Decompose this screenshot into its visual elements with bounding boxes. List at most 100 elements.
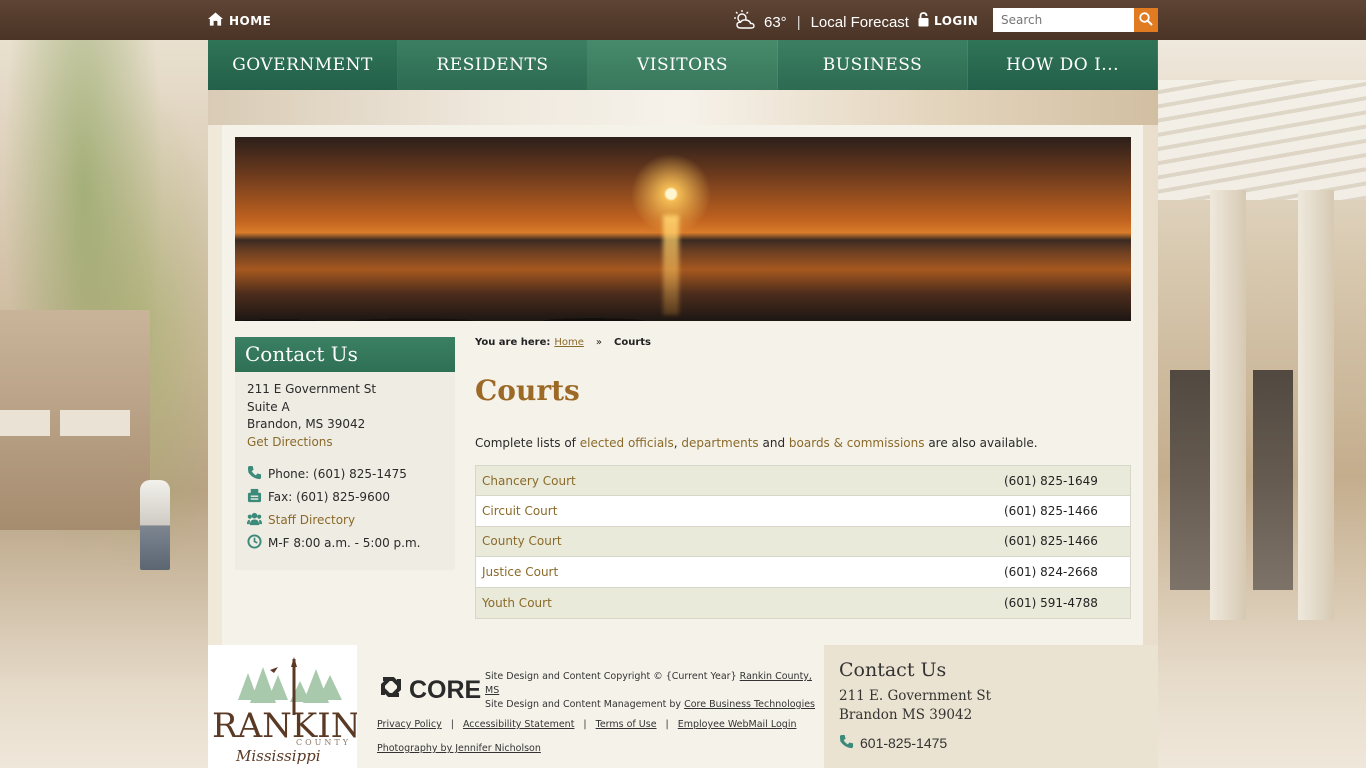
court-phone: (601) 825-1649: [1004, 473, 1098, 488]
footer-credits: CORE Site Design and Content Copyright ©…: [357, 645, 824, 768]
court-phone: (601) 825-1466: [1004, 504, 1098, 519]
get-directions-link[interactable]: Get Directions: [247, 435, 333, 449]
employee-webmail-link[interactable]: Employee WebMail Login: [678, 719, 797, 730]
breadcrumb-prefix: You are here:: [475, 337, 551, 348]
court-phone: (601) 825-1466: [1004, 534, 1098, 549]
copyright-text: Site Design and Content Copyright © {Cur…: [485, 670, 824, 712]
table-row: Youth Court (601) 591-4788: [476, 587, 1130, 618]
background-person: [140, 480, 170, 570]
address-line: Brandon, MS 39042: [247, 417, 366, 431]
table-row: Circuit Court (601) 825-1466: [476, 496, 1130, 527]
elected-officials-link[interactable]: elected officials: [580, 436, 674, 450]
court-phone: (601) 591-4788: [1004, 595, 1098, 610]
footer-address-line: 211 E. Government St: [839, 688, 992, 704]
intro-before: Complete lists of: [475, 436, 576, 450]
footer-divider: |: [450, 719, 454, 730]
photography-credit-link[interactable]: Photography by Jennifer Nicholson: [377, 743, 541, 754]
login-label: LOGIN: [934, 14, 979, 28]
boards-commissions-link[interactable]: boards & commissions: [789, 436, 925, 450]
background-doorway: [1253, 370, 1293, 590]
core-knot-icon: [377, 673, 405, 708]
main-navigation: GOVERNMENT RESIDENTS VISITORS BUSINESS H…: [208, 40, 1158, 90]
footer-phone-number: 601-825-1475: [860, 735, 948, 751]
table-row: County Court (601) 825-1466: [476, 526, 1130, 558]
phone-row: Phone: (601) 825-1475: [247, 465, 443, 486]
background-photo-left: [0, 40, 208, 768]
home-link[interactable]: HOME: [208, 12, 271, 29]
home-label: HOME: [229, 13, 272, 28]
background-doorway: [1170, 370, 1210, 590]
core-business-link[interactable]: Core Business Technologies: [684, 699, 815, 710]
partly-cloudy-icon: [732, 10, 758, 34]
weather-separator: |: [796, 13, 801, 31]
privacy-policy-link[interactable]: Privacy Policy: [377, 719, 442, 730]
search-button[interactable]: [1134, 8, 1158, 32]
court-name-link[interactable]: Chancery Court: [476, 474, 1004, 488]
fax-number: Fax: (601) 825-9600: [268, 490, 390, 505]
background-awning: [0, 410, 50, 436]
copyright-line-2: Site Design and Content Management by: [485, 699, 682, 710]
rankin-county-logo[interactable]: RANKIN COUNTY Mississippi: [208, 645, 360, 768]
staff-directory-row[interactable]: Staff Directory: [247, 512, 443, 530]
background-pillar: [1210, 190, 1246, 620]
users-icon: [247, 511, 262, 532]
footer-divider: |: [583, 719, 587, 730]
header-photo-strip: [208, 90, 1158, 125]
footer-contact: Contact Us 211 E. Government St Brandon …: [824, 645, 1158, 768]
departments-link[interactable]: departments: [681, 436, 758, 450]
table-row: Justice Court (601) 824-2668: [476, 557, 1130, 588]
logo-county-text: COUNTY: [296, 738, 351, 747]
sidebar-contact-title: Contact Us: [235, 337, 455, 372]
hours-row: M-F 8:00 a.m. - 5:00 p.m.: [247, 534, 443, 555]
staff-directory-link[interactable]: Staff Directory: [268, 512, 355, 530]
footer-divider: |: [665, 719, 669, 730]
intro-comma: ,: [673, 436, 678, 450]
nav-residents[interactable]: RESIDENTS: [398, 40, 588, 90]
breadcrumb-home-link[interactable]: Home: [554, 337, 584, 348]
intro-and: and: [762, 436, 786, 450]
background-roof: [1158, 80, 1366, 200]
core-logo[interactable]: CORE: [377, 673, 481, 708]
core-label: CORE: [409, 676, 482, 704]
search-icon: [1139, 11, 1153, 29]
temperature: 63°: [764, 13, 787, 31]
search-form: [993, 8, 1158, 32]
nav-visitors[interactable]: VISITORS: [588, 40, 778, 90]
breadcrumb-separator: »: [595, 337, 603, 348]
sunset-banner-image: [235, 137, 1131, 321]
background-awning: [60, 410, 130, 436]
sidebar-contact-body: 211 E Government St Suite A Brandon, MS …: [235, 372, 455, 562]
page-title: Courts: [475, 374, 580, 407]
office-hours: M-F 8:00 a.m. - 5:00 p.m.: [268, 536, 421, 551]
accessibility-statement-link[interactable]: Accessibility Statement: [463, 719, 574, 730]
photo-credit: Photography by Jennifer Nicholson: [377, 743, 541, 754]
top-utility-bar: HOME 63° | Local Forecast LOGIN: [0, 0, 1366, 40]
footer-contact-title: Contact Us: [839, 659, 947, 681]
breadcrumb: You are here: Home » Courts: [475, 337, 651, 348]
phone-icon: [247, 465, 262, 486]
logo-script-text: Mississippi: [235, 747, 321, 765]
home-icon: [208, 12, 223, 29]
phone-number: Phone: (601) 825-1475: [268, 467, 407, 482]
court-phone: (601) 824-2668: [1004, 564, 1098, 579]
footer-links: Privacy Policy | Accessibility Statement…: [377, 719, 796, 730]
lock-icon: [918, 12, 929, 30]
login-link[interactable]: LOGIN: [918, 12, 978, 30]
clock-icon: [247, 534, 262, 555]
court-name-link[interactable]: Justice Court: [476, 565, 1004, 579]
sidebar-contact: Contact Us 211 E Government St Suite A B…: [235, 337, 455, 570]
nav-government[interactable]: GOVERNMENT: [208, 40, 398, 90]
weather-widget[interactable]: 63° | Local Forecast: [732, 10, 909, 34]
footer-phone[interactable]: 601-825-1475: [839, 734, 1143, 752]
fax-icon: [247, 488, 262, 509]
local-forecast-link[interactable]: Local Forecast: [811, 14, 909, 31]
court-name-link[interactable]: Youth Court: [476, 596, 1004, 610]
fax-row: Fax: (601) 825-9600: [247, 488, 443, 509]
terms-of-use-link[interactable]: Terms of Use: [596, 719, 657, 730]
search-input[interactable]: [993, 8, 1134, 32]
nav-business[interactable]: BUSINESS: [778, 40, 968, 90]
background-pillar: [1298, 190, 1334, 620]
court-name-link[interactable]: Circuit Court: [476, 504, 1004, 518]
court-name-link[interactable]: County Court: [476, 534, 1004, 548]
nav-how-do-i[interactable]: HOW DO I...: [968, 40, 1158, 90]
